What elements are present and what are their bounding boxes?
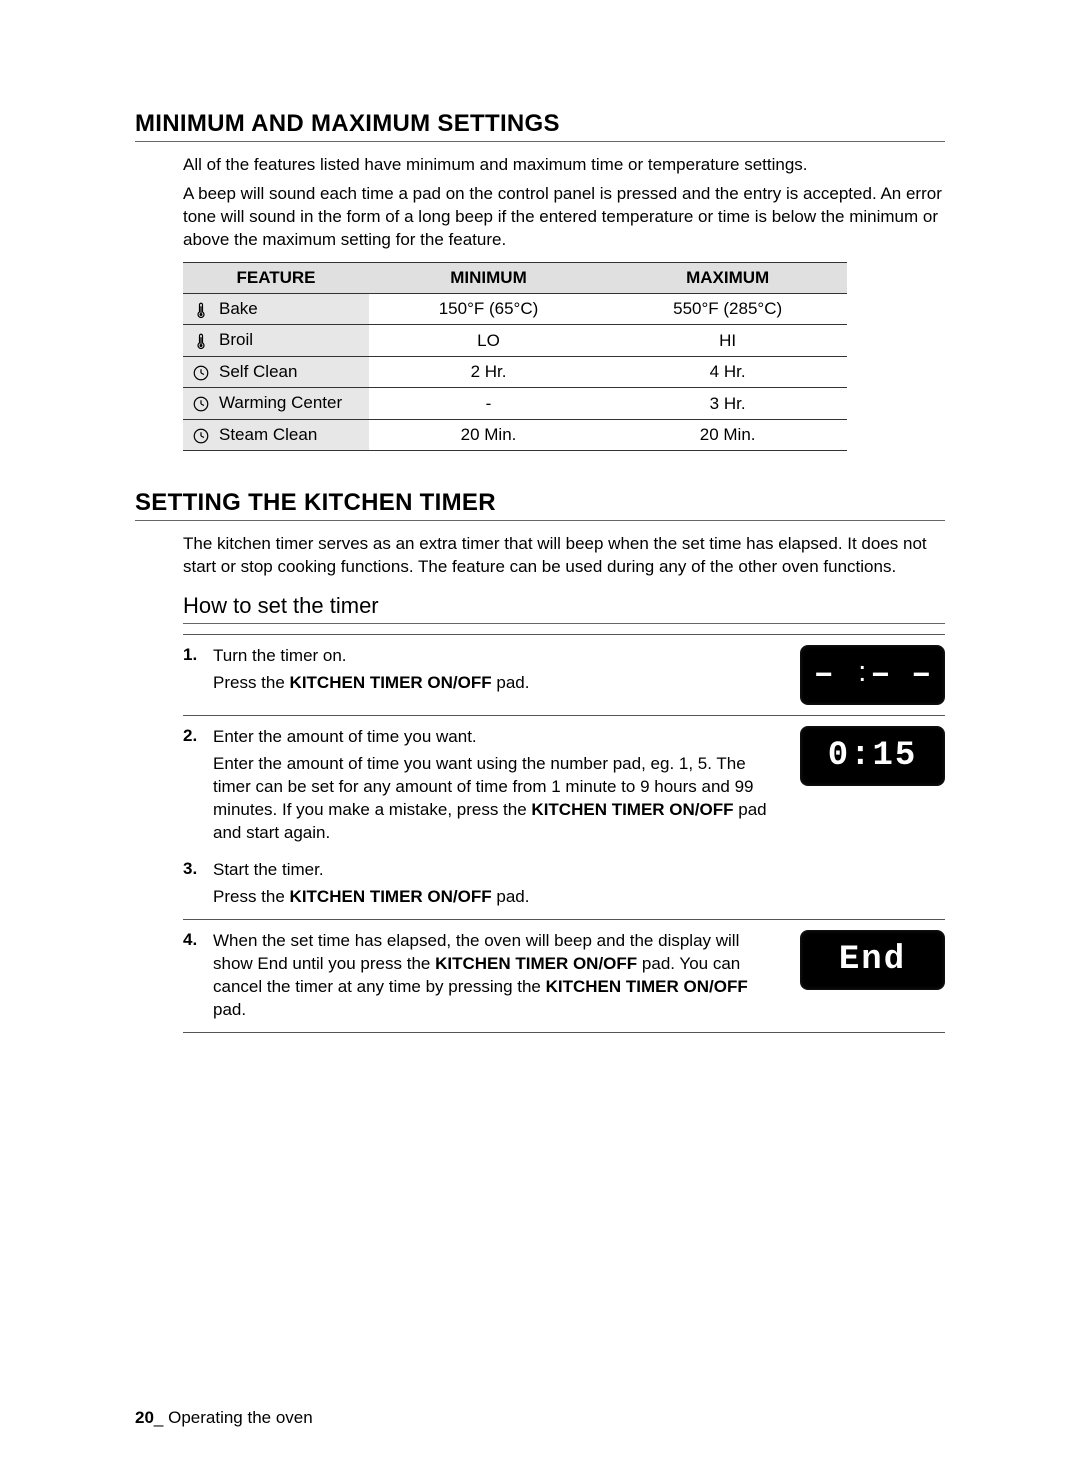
steps-list: 1. Turn the timer on. Press the KITCHEN TI…: [183, 634, 945, 1032]
thermometer-icon: [189, 299, 213, 319]
step-title: Start the timer.: [213, 859, 933, 882]
timer-intro: The kitchen timer serves as an extra tim…: [183, 533, 945, 579]
table-row: Warming Center -3 Hr.: [183, 388, 847, 420]
clock-icon: [189, 394, 213, 414]
step-number: 4.: [183, 930, 203, 950]
step-body: When the set time has elapsed, the oven …: [213, 930, 790, 1022]
min-cell: LO: [369, 325, 608, 357]
feature-label: Broil: [219, 330, 253, 349]
step-detail: When the set time has elapsed, the oven …: [213, 930, 778, 1022]
th-feature: FEATURE: [183, 262, 369, 293]
feature-cell: Steam Clean: [183, 419, 369, 451]
step-detail: Press the KITCHEN TIMER ON/OFF pad.: [213, 886, 933, 909]
step-detail: Enter the amount of time you want using …: [213, 753, 778, 845]
th-min: MINIMUM: [369, 262, 608, 293]
step-body: Turn the timer on. Press the KITCHEN TIME…: [213, 645, 790, 695]
feature-cell: Warming Center: [183, 388, 369, 420]
page-footer: 20_ Operating the oven: [135, 1408, 313, 1428]
table-row: Broil LOHI: [183, 325, 847, 357]
clock-icon: [189, 362, 213, 382]
max-cell: HI: [608, 325, 847, 357]
heading-min-max: MINIMUM AND MAXIMUM SETTINGS: [135, 110, 945, 142]
feature-cell: Broil: [183, 325, 369, 357]
step-row: 4. When the set time has elapsed, the ove…: [183, 920, 945, 1033]
table-row: Self Clean 2 Hr.4 Hr.: [183, 356, 847, 388]
step-row: 1. Turn the timer on. Press the KITCHEN TI…: [183, 634, 945, 716]
feature-label: Warming Center: [219, 393, 342, 412]
intro-para-2: A beep will sound each time a pad on the…: [183, 183, 945, 252]
feature-label: Steam Clean: [219, 425, 317, 444]
th-max: MAXIMUM: [608, 262, 847, 293]
footer-label: _ Operating the oven: [154, 1408, 313, 1427]
subheading-how-to-set: How to set the timer: [183, 593, 945, 624]
step-row: 2.Enter the amount of time you want.Ente…: [183, 716, 945, 849]
feature-cell: Bake: [183, 293, 369, 325]
step-title: Turn the timer on.: [213, 645, 778, 668]
oven-display: – ··– –: [800, 645, 945, 705]
settings-table: FEATURE MINIMUM MAXIMUM Bake 150°F (65°C)…: [183, 262, 847, 452]
max-cell: 20 Min.: [608, 419, 847, 451]
table-row: Steam Clean 20 Min.20 Min.: [183, 419, 847, 451]
step-number: 2.: [183, 726, 203, 746]
page-number: 20: [135, 1408, 154, 1427]
min-cell: 150°F (65°C): [369, 293, 608, 325]
thermometer-icon: [189, 331, 213, 351]
table-row: Bake 150°F (65°C)550°F (285°C): [183, 293, 847, 325]
feature-label: Bake: [219, 299, 258, 318]
min-cell: -: [369, 388, 608, 420]
step-number: 1.: [183, 645, 203, 665]
oven-display: End: [800, 930, 945, 990]
feature-label: Self Clean: [219, 362, 297, 381]
max-cell: 4 Hr.: [608, 356, 847, 388]
step-detail: Press the KITCHEN TIMER ON/OFF pad.: [213, 672, 778, 695]
feature-cell: Self Clean: [183, 356, 369, 388]
step-title: Enter the amount of time you want.: [213, 726, 778, 749]
step-body: Enter the amount of time you want. Enter …: [213, 726, 790, 845]
max-cell: 3 Hr.: [608, 388, 847, 420]
min-cell: 20 Min.: [369, 419, 608, 451]
intro-para-1: All of the features listed have minimum …: [183, 154, 945, 177]
min-cell: 2 Hr.: [369, 356, 608, 388]
clock-icon: [189, 425, 213, 445]
step-row: 3. Start the timer. Press the KITCHEN TIME…: [183, 849, 945, 920]
step-number: 3.: [183, 859, 203, 879]
step-body: Start the timer. Press the KITCHEN TIMER …: [213, 859, 945, 909]
oven-display: 0:15: [800, 726, 945, 786]
heading-kitchen-timer: SETTING THE KITCHEN TIMER: [135, 489, 945, 521]
max-cell: 550°F (285°C): [608, 293, 847, 325]
